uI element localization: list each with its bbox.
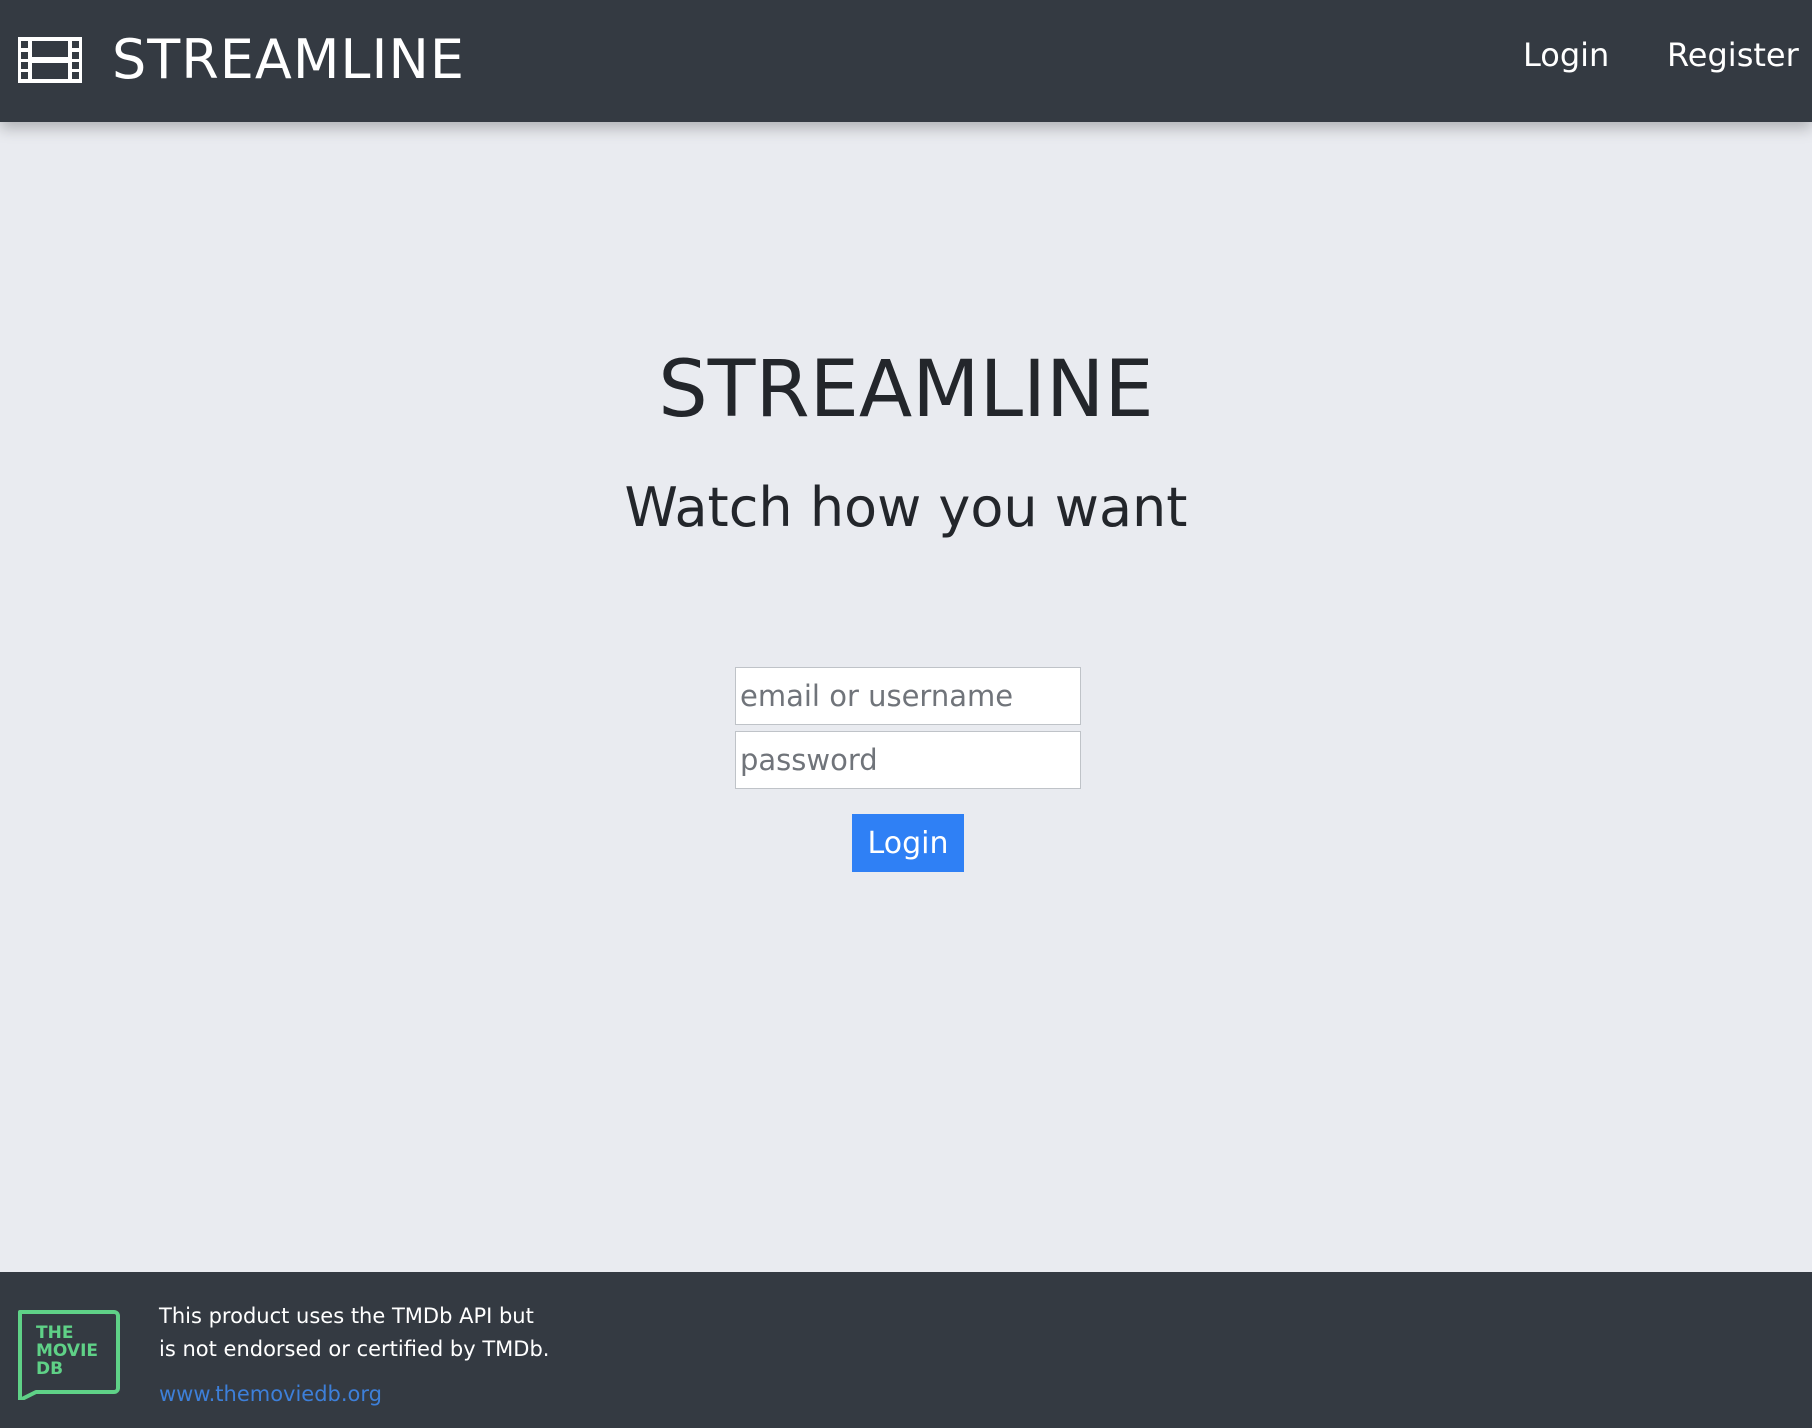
login-button[interactable]: Login xyxy=(852,814,964,872)
nav-register-link[interactable]: Register xyxy=(1667,36,1799,74)
brand-name: STREAMLINE xyxy=(112,28,465,91)
password-input[interactable] xyxy=(735,731,1081,789)
attribution-note: This product uses the TMDb API but is no… xyxy=(159,1300,579,1366)
brand-home-link[interactable]: STREAMLINE xyxy=(18,24,465,96)
attribution-line-1: This product uses the TMDb API but xyxy=(159,1304,534,1328)
tmdb-logo: THE MOVIE DB xyxy=(18,1310,120,1400)
svg-text:DB: DB xyxy=(36,1359,63,1379)
svg-text:THE: THE xyxy=(36,1323,73,1343)
tmdb-website-link[interactable]: www.themoviedb.org xyxy=(159,1382,382,1406)
svg-text:MOVIE: MOVIE xyxy=(36,1341,98,1361)
hero-title: STREAMLINE xyxy=(658,345,1154,435)
hero-subtitle: Watch how you want xyxy=(624,476,1188,539)
username-input[interactable] xyxy=(735,667,1081,725)
film-icon xyxy=(18,37,82,83)
nav-login-link[interactable]: Login xyxy=(1523,36,1609,74)
footer: THE MOVIE DB This product uses the TMDb … xyxy=(0,1272,1812,1428)
top-navbar: STREAMLINE Login Register xyxy=(0,0,1812,122)
attribution-line-2: is not endorsed or certified by TMDb. xyxy=(159,1337,550,1361)
